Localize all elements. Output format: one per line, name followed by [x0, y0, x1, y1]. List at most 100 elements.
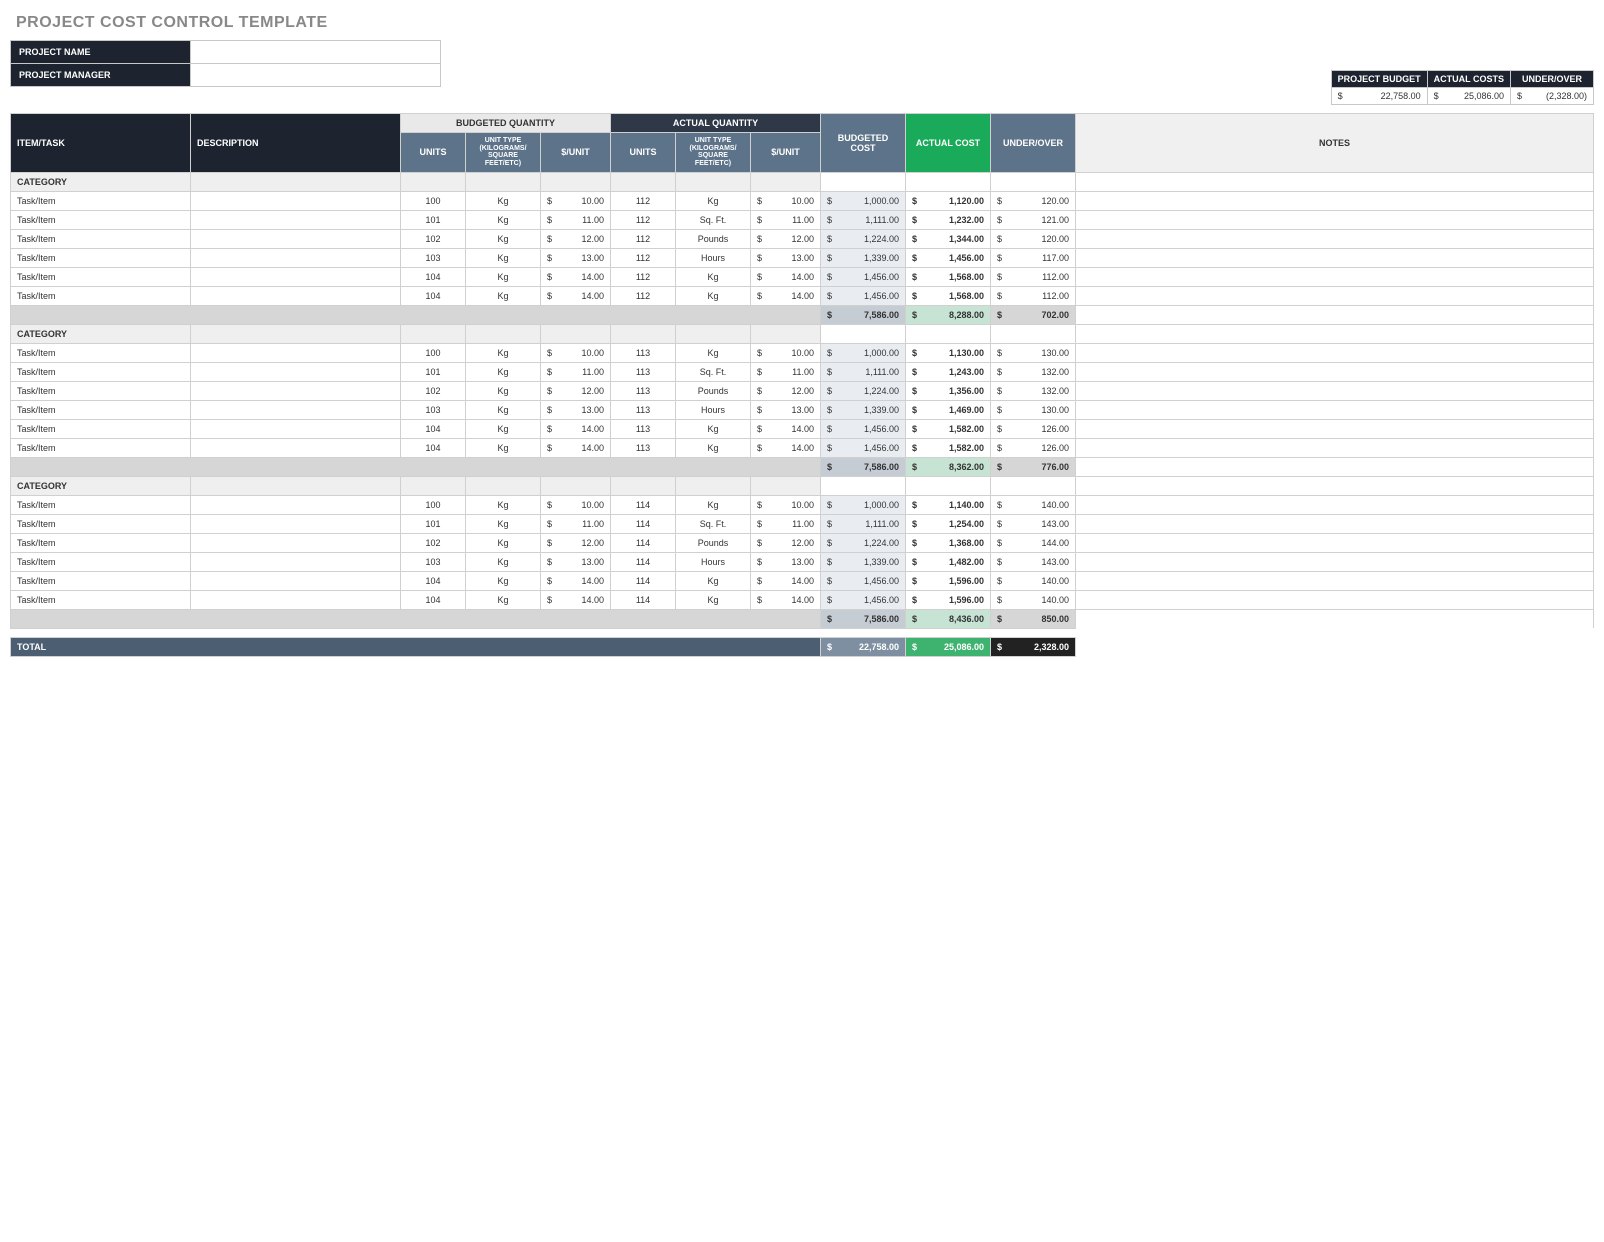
a-punit[interactable]: $14.00 — [751, 438, 821, 457]
notes-cell[interactable] — [1076, 210, 1594, 229]
table-row[interactable]: Task/Item104Kg$14.00114Kg$14.00$1,456.00… — [11, 571, 1594, 590]
b-punit[interactable]: $14.00 — [541, 571, 611, 590]
b-utype[interactable]: Kg — [466, 571, 541, 590]
b-units[interactable]: 100 — [401, 191, 466, 210]
a-units[interactable]: 114 — [611, 514, 676, 533]
b-units[interactable]: 104 — [401, 571, 466, 590]
table-row[interactable]: Task/Item103Kg$13.00114Hours$13.00$1,339… — [11, 552, 1594, 571]
b-punit[interactable]: $11.00 — [541, 362, 611, 381]
notes-cell[interactable] — [1076, 533, 1594, 552]
table-row[interactable]: Task/Item102Kg$12.00114Pounds$12.00$1,22… — [11, 533, 1594, 552]
a-punit[interactable]: $10.00 — [751, 191, 821, 210]
b-units[interactable]: 104 — [401, 419, 466, 438]
task-desc[interactable] — [191, 210, 401, 229]
notes-cell[interactable] — [1076, 514, 1594, 533]
a-units[interactable]: 113 — [611, 362, 676, 381]
a-units[interactable]: 112 — [611, 267, 676, 286]
b-utype[interactable]: Kg — [466, 381, 541, 400]
a-units[interactable]: 113 — [611, 381, 676, 400]
task-desc[interactable] — [191, 495, 401, 514]
b-punit[interactable]: $12.00 — [541, 533, 611, 552]
notes-cell[interactable] — [1076, 571, 1594, 590]
task-desc[interactable] — [191, 362, 401, 381]
b-units[interactable]: 104 — [401, 267, 466, 286]
table-row[interactable]: Task/Item104Kg$14.00112Kg$14.00$1,456.00… — [11, 267, 1594, 286]
b-punit[interactable]: $14.00 — [541, 438, 611, 457]
b-utype[interactable]: Kg — [466, 590, 541, 609]
task-name[interactable]: Task/Item — [11, 381, 191, 400]
notes-cell[interactable] — [1076, 248, 1594, 267]
task-name[interactable]: Task/Item — [11, 495, 191, 514]
a-punit[interactable]: $14.00 — [751, 590, 821, 609]
table-row[interactable]: Task/Item104Kg$14.00112Kg$14.00$1,456.00… — [11, 286, 1594, 305]
a-punit[interactable]: $14.00 — [751, 286, 821, 305]
b-units[interactable]: 102 — [401, 229, 466, 248]
notes-cell[interactable] — [1076, 400, 1594, 419]
a-utype[interactable]: Hours — [676, 552, 751, 571]
b-utype[interactable]: Kg — [466, 438, 541, 457]
a-utype[interactable]: Pounds — [676, 381, 751, 400]
a-utype[interactable]: Kg — [676, 495, 751, 514]
table-row[interactable]: Task/Item100Kg$10.00114Kg$10.00$1,000.00… — [11, 495, 1594, 514]
a-punit[interactable]: $13.00 — [751, 248, 821, 267]
a-units[interactable]: 112 — [611, 210, 676, 229]
a-units[interactable]: 113 — [611, 419, 676, 438]
task-desc[interactable] — [191, 533, 401, 552]
a-utype[interactable]: Kg — [676, 590, 751, 609]
a-utype[interactable]: Pounds — [676, 229, 751, 248]
b-units[interactable]: 101 — [401, 210, 466, 229]
a-units[interactable]: 114 — [611, 571, 676, 590]
task-desc[interactable] — [191, 191, 401, 210]
task-desc[interactable] — [191, 400, 401, 419]
a-units[interactable]: 114 — [611, 590, 676, 609]
b-units[interactable]: 104 — [401, 286, 466, 305]
b-utype[interactable]: Kg — [466, 191, 541, 210]
task-name[interactable]: Task/Item — [11, 438, 191, 457]
b-punit[interactable]: $13.00 — [541, 400, 611, 419]
a-units[interactable]: 113 — [611, 343, 676, 362]
task-name[interactable]: Task/Item — [11, 191, 191, 210]
project-manager-input[interactable] — [191, 64, 441, 87]
a-punit[interactable]: $11.00 — [751, 210, 821, 229]
b-units[interactable]: 101 — [401, 362, 466, 381]
table-row[interactable]: Task/Item101Kg$11.00113Sq. Ft.$11.00$1,1… — [11, 362, 1594, 381]
b-utype[interactable]: Kg — [466, 286, 541, 305]
a-utype[interactable]: Hours — [676, 400, 751, 419]
task-name[interactable]: Task/Item — [11, 343, 191, 362]
table-row[interactable]: Task/Item102Kg$12.00113Pounds$12.00$1,22… — [11, 381, 1594, 400]
task-name[interactable]: Task/Item — [11, 248, 191, 267]
notes-cell[interactable] — [1076, 438, 1594, 457]
a-punit[interactable]: $13.00 — [751, 552, 821, 571]
task-desc[interactable] — [191, 438, 401, 457]
b-units[interactable]: 102 — [401, 381, 466, 400]
task-name[interactable]: Task/Item — [11, 362, 191, 381]
b-utype[interactable]: Kg — [466, 533, 541, 552]
table-row[interactable]: Task/Item103Kg$13.00112Hours$13.00$1,339… — [11, 248, 1594, 267]
a-utype[interactable]: Kg — [676, 343, 751, 362]
b-punit[interactable]: $10.00 — [541, 191, 611, 210]
notes-cell[interactable] — [1076, 590, 1594, 609]
b-punit[interactable]: $12.00 — [541, 381, 611, 400]
b-punit[interactable]: $14.00 — [541, 590, 611, 609]
table-row[interactable]: Task/Item101Kg$11.00112Sq. Ft.$11.00$1,1… — [11, 210, 1594, 229]
b-utype[interactable]: Kg — [466, 267, 541, 286]
table-row[interactable]: Task/Item102Kg$12.00112Pounds$12.00$1,22… — [11, 229, 1594, 248]
b-punit[interactable]: $10.00 — [541, 343, 611, 362]
a-utype[interactable]: Sq. Ft. — [676, 210, 751, 229]
a-units[interactable]: 112 — [611, 286, 676, 305]
a-punit[interactable]: $14.00 — [751, 571, 821, 590]
task-desc[interactable] — [191, 229, 401, 248]
notes-cell[interactable] — [1076, 286, 1594, 305]
b-punit[interactable]: $13.00 — [541, 552, 611, 571]
b-utype[interactable]: Kg — [466, 495, 541, 514]
b-utype[interactable]: Kg — [466, 343, 541, 362]
a-punit[interactable]: $11.00 — [751, 362, 821, 381]
a-units[interactable]: 112 — [611, 229, 676, 248]
a-punit[interactable]: $14.00 — [751, 267, 821, 286]
b-units[interactable]: 100 — [401, 343, 466, 362]
task-name[interactable]: Task/Item — [11, 419, 191, 438]
a-units[interactable]: 114 — [611, 495, 676, 514]
b-punit[interactable]: $13.00 — [541, 248, 611, 267]
a-punit[interactable]: $10.00 — [751, 343, 821, 362]
notes-cell[interactable] — [1076, 495, 1594, 514]
